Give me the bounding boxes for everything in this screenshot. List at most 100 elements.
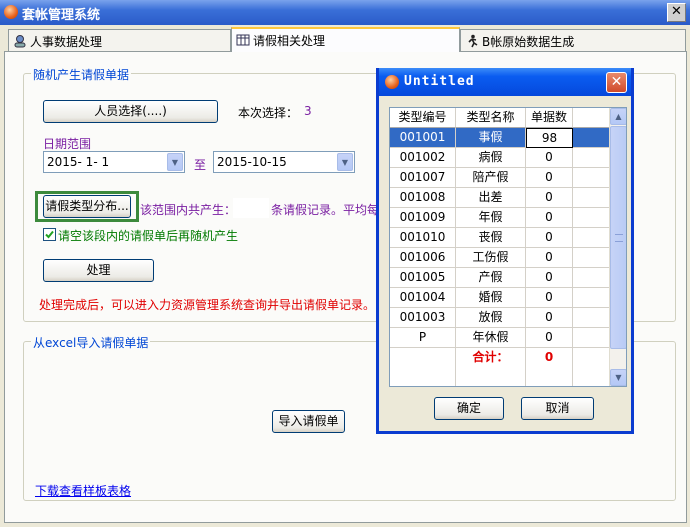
leave-type-grid: 类型编号 类型名称 单据数 001001 事假 98 001002 病假 0 001007 陪…: [389, 107, 627, 387]
cell-name: 病假: [456, 148, 526, 168]
import-leave-button[interactable]: 导入请假单: [272, 410, 345, 433]
cell-blank: [573, 228, 610, 248]
range-text-1: 该范围内共产生：: [140, 203, 237, 217]
column-header: 类型名称: [456, 108, 526, 128]
cell-blank: [573, 288, 610, 308]
date-from-value: 2015- 1- 1: [47, 155, 110, 169]
group-title: 随机产生请假单据: [31, 66, 132, 83]
cell-count[interactable]: 0: [526, 308, 573, 328]
vertical-scrollbar[interactable]: ▲ ▼: [609, 108, 626, 386]
window-title: 套帐管理系统: [22, 8, 101, 23]
cell-count[interactable]: 0: [526, 188, 573, 208]
leave-type-distribution-button[interactable]: 请假类型分布...: [43, 195, 131, 218]
cell-code: 001007: [390, 168, 456, 188]
table-row[interactable]: 001009 年假 0: [390, 208, 610, 228]
cell-code: 001006: [390, 248, 456, 268]
grid-header: 类型编号 类型名称 单据数: [390, 108, 610, 128]
cell-name: 陪产假: [456, 168, 526, 188]
tab-label: 请假相关处理: [253, 34, 326, 48]
cell-code: 001008: [390, 188, 456, 208]
cell-name: 事假: [456, 128, 526, 148]
clear-checkbox[interactable]: [43, 228, 56, 241]
tab-b-account[interactable]: B帐原始数据生成: [460, 29, 686, 51]
ok-button[interactable]: 确定: [434, 397, 504, 420]
cell-blank: [573, 208, 610, 228]
cell-count[interactable]: 0: [526, 328, 573, 348]
date-to-label: 至: [194, 158, 207, 172]
cell-count[interactable]: 0: [526, 248, 573, 268]
cell-name: 年假: [456, 208, 526, 228]
cell-blank: [573, 308, 610, 328]
cell-blank: [573, 188, 610, 208]
clear-checkbox-label[interactable]: 请空该段内的请假单后再随机产生: [58, 227, 238, 244]
leave-type-dialog: Untitled ✕ 类型编号 类型名称 单据数 001001 事假 98 00100…: [376, 68, 634, 434]
column-header: 类型编号: [390, 108, 456, 128]
record-count-field[interactable]: [233, 198, 269, 218]
cell-count[interactable]: 0: [526, 168, 573, 188]
tab-label: 人事数据处理: [30, 35, 103, 49]
cancel-button[interactable]: 取消: [521, 397, 594, 420]
cell-code: P: [390, 328, 456, 348]
cell-name: 婚假: [456, 288, 526, 308]
process-note: 处理完成后，可以进入力资源管理系统查询并导出请假单记录。: [39, 298, 376, 312]
table-row[interactable]: 001003 放假 0: [390, 308, 610, 328]
cell-code: 001009: [390, 208, 456, 228]
app-icon: [4, 5, 18, 19]
cell-name: 放假: [456, 308, 526, 328]
table-row[interactable]: 001006 工伤假 0: [390, 248, 610, 268]
scroll-up-icon[interactable]: ▲: [610, 108, 626, 125]
cell-name: 工伤假: [456, 248, 526, 268]
total-label: 合计：: [456, 348, 526, 368]
date-from-picker[interactable]: 2015- 1- 1 ▼: [43, 151, 185, 173]
process-button[interactable]: 处理: [43, 259, 154, 282]
cell-code: 001004: [390, 288, 456, 308]
app-icon: [385, 75, 399, 89]
chevron-down-icon[interactable]: ▼: [167, 153, 183, 171]
cell-blank: [573, 148, 610, 168]
cell-code: 001002: [390, 148, 456, 168]
table-row[interactable]: P 年休假 0: [390, 328, 610, 348]
table-row[interactable]: 001001 事假 98: [390, 128, 610, 148]
table-row[interactable]: 001005 产假 0: [390, 268, 610, 288]
cell-code: 001003: [390, 308, 456, 328]
cell-name: 丧假: [456, 228, 526, 248]
close-button[interactable]: ✕: [667, 3, 686, 22]
table-row[interactable]: 001004 婚假 0: [390, 288, 610, 308]
table-row[interactable]: 001008 出差 0: [390, 188, 610, 208]
current-select-label: 本次选择：: [238, 106, 299, 120]
cell-count[interactable]: 0: [526, 148, 573, 168]
date-range-label: 日期范围: [43, 137, 92, 151]
personnel-icon: [13, 34, 27, 48]
cell-count[interactable]: 98: [526, 128, 573, 148]
scroll-thumb[interactable]: [610, 126, 626, 349]
table-row[interactable]: 001002 病假 0: [390, 148, 610, 168]
tab-leave[interactable]: 请假相关处理: [231, 27, 460, 52]
table-row[interactable]: 001007 陪产假 0: [390, 168, 610, 188]
cell-count[interactable]: 0: [526, 228, 573, 248]
close-icon[interactable]: ✕: [606, 72, 627, 93]
cell-count[interactable]: 0: [526, 208, 573, 228]
select-staff-button[interactable]: 人员选择(....): [43, 100, 218, 123]
cell-name: 出差: [456, 188, 526, 208]
cell-count[interactable]: 0: [526, 288, 573, 308]
cell-blank: [573, 328, 610, 348]
cell-code: 001005: [390, 268, 456, 288]
cell-count[interactable]: 0: [526, 268, 573, 288]
date-to-picker[interactable]: 2015-10-15 ▼: [213, 151, 355, 173]
title-bar: 套帐管理系统 ✕: [0, 0, 690, 25]
scroll-down-icon[interactable]: ▼: [610, 369, 626, 386]
date-to-value: 2015-10-15: [217, 155, 287, 169]
table-row[interactable]: 001010 丧假 0: [390, 228, 610, 248]
table-icon: [236, 33, 250, 47]
dialog-title-bar: Untitled ✕: [379, 68, 631, 96]
checkmark-icon: [45, 230, 54, 239]
total-row: 合计： 0: [390, 348, 610, 368]
group-title: 从excel导入请假单据: [31, 334, 151, 351]
download-template-link[interactable]: 下载查看样板表格: [35, 482, 131, 499]
range-text-2: 条请假记录。平均每: [271, 203, 380, 217]
chevron-down-icon[interactable]: ▼: [337, 153, 353, 171]
tab-label: B帐原始数据生成: [482, 35, 575, 49]
total-value: 0: [526, 348, 573, 368]
runner-icon: [465, 34, 479, 48]
tab-personnel[interactable]: 人事数据处理: [8, 29, 231, 51]
